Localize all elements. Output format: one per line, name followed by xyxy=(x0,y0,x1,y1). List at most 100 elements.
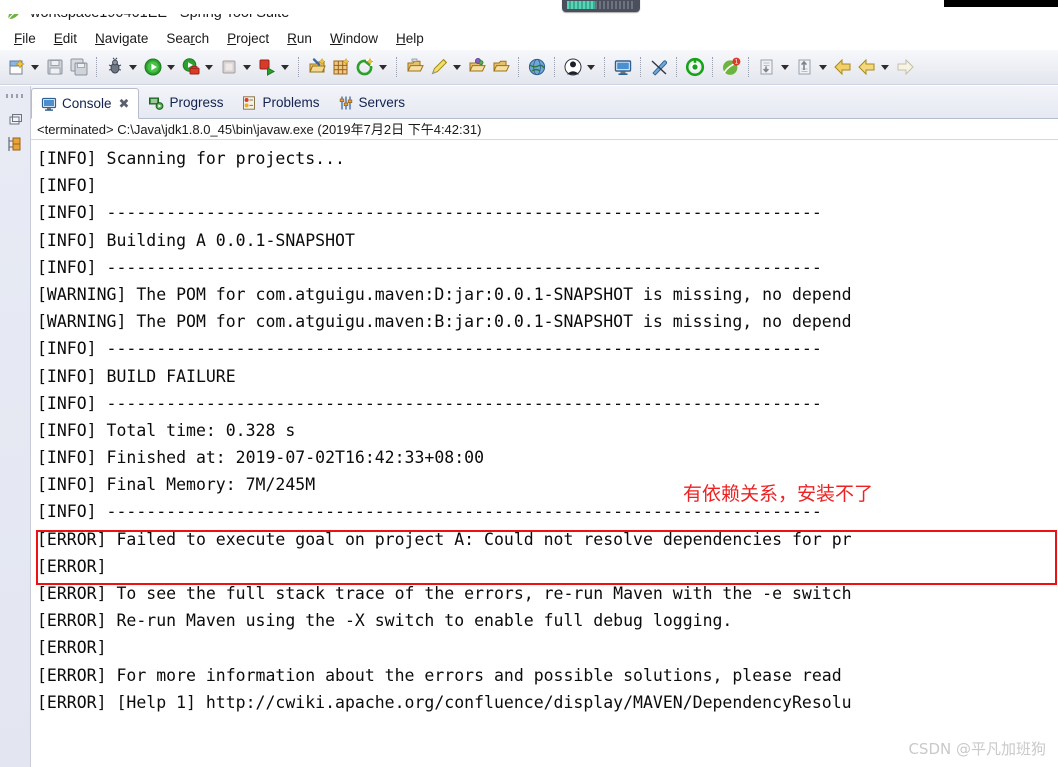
new-wizard-icon[interactable] xyxy=(6,56,28,78)
back-icon[interactable] xyxy=(832,56,854,78)
open-type-icon[interactable] xyxy=(466,56,488,78)
menu-bar: File Edit Navigate Search Project Run Wi… xyxy=(0,27,1058,49)
console-line: [ERROR] For more information about the e… xyxy=(37,665,842,685)
tab-servers[interactable]: Servers xyxy=(329,87,415,118)
servers-icon xyxy=(339,96,352,109)
spring-boot-icon[interactable] xyxy=(684,56,706,78)
console-line: [INFO] xyxy=(37,176,107,196)
spring-dashboard-icon[interactable]: 1 xyxy=(720,56,742,78)
menu-item-window[interactable]: Window xyxy=(321,30,387,47)
menu-item-search[interactable]: Search xyxy=(157,30,218,47)
tab-console[interactable]: Console ✖ xyxy=(31,88,140,119)
forward-dropdown[interactable] xyxy=(879,56,891,78)
console-line: [ERROR] [Help 1] http://cwiki.apache.org… xyxy=(37,692,852,712)
console-line: [WARNING] The POM for com.atguigu.maven:… xyxy=(37,284,852,304)
toolbar-separator-7 xyxy=(640,57,642,77)
run-icon[interactable] xyxy=(142,56,164,78)
console-line: [INFO] ---------------------------------… xyxy=(37,203,822,223)
tab-progress[interactable]: Progress xyxy=(139,87,232,118)
tab-problems[interactable]: Problems xyxy=(232,87,328,118)
toolbar-separator-3 xyxy=(396,57,398,77)
debug-dropdown[interactable] xyxy=(127,56,139,78)
spring-bean-dropdown[interactable] xyxy=(377,56,389,78)
open-task-icon[interactable] xyxy=(490,56,512,78)
toolbar-separator-9 xyxy=(712,57,714,77)
menu-item-edit[interactable]: Edit xyxy=(45,30,86,47)
open-resource-icon[interactable] xyxy=(404,56,426,78)
console-line: [INFO] Finished at: 2019-07-02T16:42:33+… xyxy=(37,448,485,468)
new-grid-icon[interactable] xyxy=(330,56,352,78)
run-dropdown[interactable] xyxy=(165,56,177,78)
open-web-browser-icon[interactable] xyxy=(526,56,548,78)
console-line: [ERROR] To see the full stack trace of t… xyxy=(37,584,852,603)
console-line: [INFO] Final Memory: 7M/245M xyxy=(37,475,316,495)
export-icon[interactable] xyxy=(794,56,816,78)
menu-item-run[interactable]: Run xyxy=(278,30,321,47)
menu-item-help[interactable]: Help xyxy=(387,30,433,47)
console-line: [WARNING] The POM for com.atguigu.maven:… xyxy=(37,312,852,332)
console-icon xyxy=(41,97,57,111)
new-spring-bean-icon[interactable] xyxy=(354,56,376,78)
view-tab-bar: Console ✖ Progress Problems Servers xyxy=(31,86,1058,119)
forward-icon[interactable] xyxy=(894,56,916,78)
console-line: [ERROR] Failed to execute goal on projec… xyxy=(37,529,852,549)
menu-item-navigate[interactable]: Navigate xyxy=(86,30,157,47)
forward-back-icon[interactable] xyxy=(856,56,878,78)
tab-label: Servers xyxy=(358,95,406,110)
console-line: [INFO] ---------------------------------… xyxy=(37,502,822,522)
toolbar-separator-10 xyxy=(748,57,750,77)
menu-item-project[interactable]: Project xyxy=(218,30,278,47)
new-spring-project-icon[interactable] xyxy=(306,56,328,78)
save-icon[interactable] xyxy=(44,56,66,78)
console-panel: <terminated> C:\Java\jdk1.8.0_45\bin\jav… xyxy=(31,118,1058,767)
progress-icon xyxy=(149,97,164,110)
console-view-icon[interactable] xyxy=(612,56,634,78)
tab-label: Progress xyxy=(169,95,224,110)
console-line: [INFO] ---------------------------------… xyxy=(37,257,822,277)
console-line: [ERROR] Re-run Maven using the -X switch… xyxy=(37,611,733,631)
toolbar-separator-8 xyxy=(676,57,678,77)
menu-item-file[interactable]: File xyxy=(5,30,45,47)
toolbar-separator-4 xyxy=(518,57,520,77)
close-icon[interactable]: ✖ xyxy=(119,96,130,112)
problems-icon xyxy=(243,95,256,110)
run-external-tools-icon[interactable] xyxy=(180,56,202,78)
black-bar-strip xyxy=(944,0,1058,7)
toolbar-separator-6 xyxy=(604,57,606,77)
toggle-breakpoint-icon[interactable] xyxy=(648,56,670,78)
left-rail xyxy=(0,86,31,767)
progress-bar-fill xyxy=(567,1,595,9)
debug-icon[interactable] xyxy=(104,56,126,78)
console-line: [INFO] BUILD FAILURE xyxy=(37,366,236,386)
save-all-icon[interactable] xyxy=(68,56,90,78)
console-output[interactable]: [INFO] Scanning for projects... [INFO] [I… xyxy=(31,140,1058,766)
console-line: [INFO] ---------------------------------… xyxy=(37,393,822,413)
console-terminated-label: <terminated> C:\Java\jdk1.8.0_45\bin\jav… xyxy=(31,118,1058,140)
toolbar-separator-1 xyxy=(96,57,98,77)
user-account-icon[interactable] xyxy=(562,56,584,78)
tab-label: Problems xyxy=(262,95,320,110)
annotation-red-note: 有依赖关系，安装不了 xyxy=(683,483,874,505)
top-strip xyxy=(0,0,1058,14)
stop-dropdown[interactable] xyxy=(241,56,253,78)
edit-pencil-icon[interactable] xyxy=(428,56,450,78)
console-line: [INFO] ---------------------------------… xyxy=(37,339,822,359)
new-wizard-dropdown[interactable] xyxy=(29,56,41,78)
rail-drag-handle[interactable] xyxy=(6,94,24,98)
console-line: [INFO] Scanning for projects... xyxy=(37,149,345,168)
boot-dashboard-icon[interactable] xyxy=(256,56,278,78)
edit-pencil-dropdown[interactable] xyxy=(451,56,463,78)
tab-label: Console xyxy=(62,96,112,111)
toolbar-separator-5 xyxy=(554,57,556,77)
user-account-dropdown[interactable] xyxy=(585,56,597,78)
package-explorer-icon[interactable] xyxy=(5,134,25,154)
export-dropdown[interactable] xyxy=(817,56,829,78)
restore-view-icon[interactable] xyxy=(5,110,25,130)
stop-icon[interactable] xyxy=(218,56,240,78)
console-line: [ERROR] xyxy=(37,556,117,576)
boot-dashboard-dropdown[interactable] xyxy=(279,56,291,78)
main-toolbar: 1 xyxy=(0,50,1058,85)
import-icon[interactable] xyxy=(756,56,778,78)
import-dropdown[interactable] xyxy=(779,56,791,78)
run-external-dropdown[interactable] xyxy=(203,56,215,78)
